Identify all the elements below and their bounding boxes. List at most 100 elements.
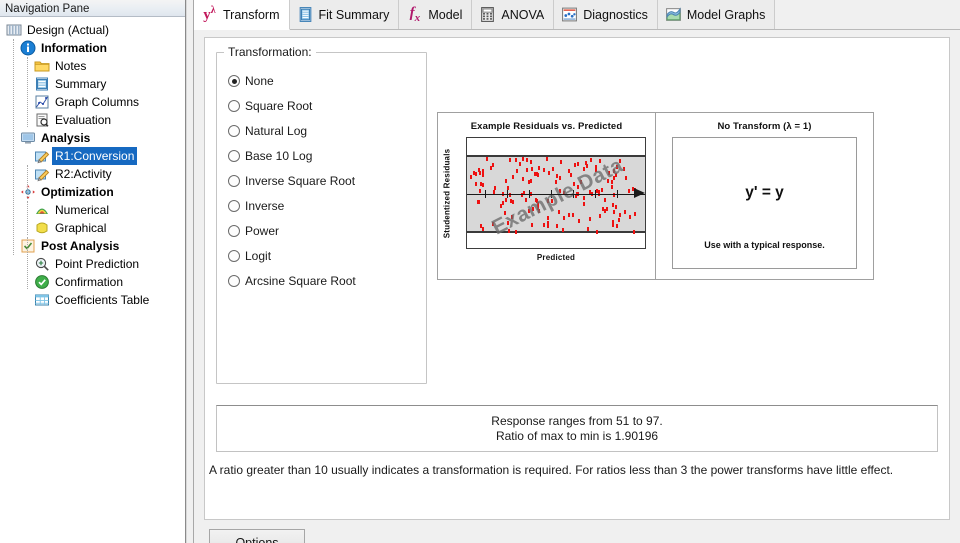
transform-option-inverse-square-root[interactable]: Inverse Square Root <box>228 173 355 189</box>
data-point <box>586 163 589 168</box>
equation-box: y' = y Use with a typical response. <box>672 137 857 269</box>
data-point <box>545 157 548 162</box>
data-point <box>485 157 488 162</box>
data-point <box>606 179 609 184</box>
data-point <box>519 161 522 166</box>
y-lambda-icon: yλ <box>203 5 216 23</box>
nav-item-label: R1:Conversion <box>52 147 138 165</box>
radio-button[interactable] <box>228 275 240 287</box>
data-point <box>612 168 615 173</box>
data-point <box>547 221 550 226</box>
nav-item-analysis[interactable]: Analysis <box>0 129 185 147</box>
radio-button[interactable] <box>228 175 240 187</box>
transform-usage-note: Use with a typical response. <box>704 240 825 250</box>
data-point <box>589 158 592 163</box>
data-point <box>615 224 618 229</box>
tab-model-graphs[interactable]: Model Graphs <box>657 0 776 29</box>
data-point <box>562 227 565 232</box>
transform-option-logit[interactable]: Logit <box>228 248 271 264</box>
tab-label: Model Graphs <box>686 7 766 22</box>
tab-transform[interactable]: yλ Transform <box>194 0 290 30</box>
transform-option-power[interactable]: Power <box>228 223 279 239</box>
radio-button[interactable] <box>228 200 240 212</box>
nav-item-r1-conversion[interactable]: R1:Conversion <box>0 147 185 165</box>
navigation-tree[interactable]: Design (Actual) Information Notes Summary Gr… <box>0 17 185 543</box>
tab-label: Fit Summary <box>318 7 390 22</box>
tab-model[interactable]: fx Model <box>399 0 473 29</box>
data-point <box>634 211 637 216</box>
tab-bar: yλ Transform Fit Summary fx Model ANOVA Diagno… <box>194 0 960 30</box>
data-point <box>547 199 550 204</box>
data-point <box>531 166 534 171</box>
data-point <box>524 198 527 203</box>
tab-fit-summary[interactable]: Fit Summary <box>289 0 400 29</box>
radio-button[interactable] <box>228 250 240 262</box>
data-point <box>582 196 585 201</box>
nav-item-coefficients-table[interactable]: Coefficients Table <box>0 291 185 309</box>
tab-diagnostics[interactable]: Diagnostics <box>554 0 658 29</box>
data-point <box>577 161 580 166</box>
radio-button[interactable] <box>228 150 240 162</box>
transform-option-base-10-log[interactable]: Base 10 Log <box>228 148 312 164</box>
data-point <box>598 213 601 218</box>
magnifier-icon <box>34 256 50 272</box>
data-point <box>469 175 472 179</box>
data-point <box>574 162 577 167</box>
blue-document-icon <box>297 6 314 23</box>
transform-option-label: Inverse <box>245 199 285 213</box>
data-point <box>489 165 492 170</box>
axis-arrow-icon <box>634 188 645 198</box>
nav-item-label: Coefficients Table <box>55 293 150 307</box>
nav-item-design-actual[interactable]: Design (Actual) <box>0 21 185 39</box>
data-point <box>610 179 613 184</box>
transform-option-natural-log[interactable]: Natural Log <box>228 123 307 139</box>
radio-button[interactable] <box>228 125 240 137</box>
data-point <box>481 182 484 187</box>
transform-option-label: Arcsine Square Root <box>245 274 356 288</box>
radio-button[interactable] <box>228 100 240 112</box>
data-point <box>511 174 514 179</box>
data-point <box>558 210 561 215</box>
data-point <box>624 176 627 181</box>
transform-option-inverse[interactable]: Inverse <box>228 198 284 214</box>
data-point <box>601 206 604 211</box>
residual-plot-y-axis-label: Studentized Residuals <box>440 137 454 249</box>
residual-plot-title: Example Residuals vs. Predicted <box>470 121 623 132</box>
data-point <box>579 179 582 184</box>
data-point <box>600 187 603 192</box>
nav-item-label: Information <box>41 41 107 55</box>
nav-item-information[interactable]: Information <box>0 39 185 57</box>
data-point <box>623 167 626 172</box>
data-point <box>572 182 575 187</box>
yellow-shape-icon <box>34 220 50 236</box>
info-icon <box>20 40 36 56</box>
transform-option-square-root[interactable]: Square Root <box>228 98 312 114</box>
radio-button[interactable] <box>228 75 240 87</box>
data-point <box>611 223 614 228</box>
tab-anova[interactable]: ANOVA <box>472 0 555 29</box>
data-point <box>504 210 507 215</box>
options-button[interactable]: Options <box>209 529 305 543</box>
fx-icon: fx <box>409 4 421 24</box>
content-area: Transformation: None Square Root Natural L… <box>194 30 960 543</box>
data-point <box>531 222 534 227</box>
data-point <box>526 168 529 172</box>
nav-item-label: R2:Activity <box>55 167 112 181</box>
transform-illustration: Example Residuals vs. Predicted Studenti… <box>437 112 874 280</box>
data-point <box>603 197 606 202</box>
data-point <box>504 197 507 202</box>
pane-splitter[interactable] <box>186 0 194 543</box>
transform-option-label: Natural Log <box>245 124 308 138</box>
transform-option-label: Base 10 Log <box>245 149 313 163</box>
transform-option-none[interactable]: None <box>228 73 274 89</box>
data-point <box>537 166 540 171</box>
data-point <box>521 176 524 181</box>
radio-button[interactable] <box>228 225 240 237</box>
transform-equation: y' = y <box>745 184 784 201</box>
data-point <box>474 172 477 177</box>
nav-item-label: Notes <box>55 59 87 73</box>
transform-option-arcsine-square-root[interactable]: Arcsine Square Root <box>228 273 356 289</box>
transform-window: Navigation Pane Design (Actual) Informati… <box>0 0 960 543</box>
data-point <box>611 203 614 208</box>
grid-icon <box>6 22 22 38</box>
